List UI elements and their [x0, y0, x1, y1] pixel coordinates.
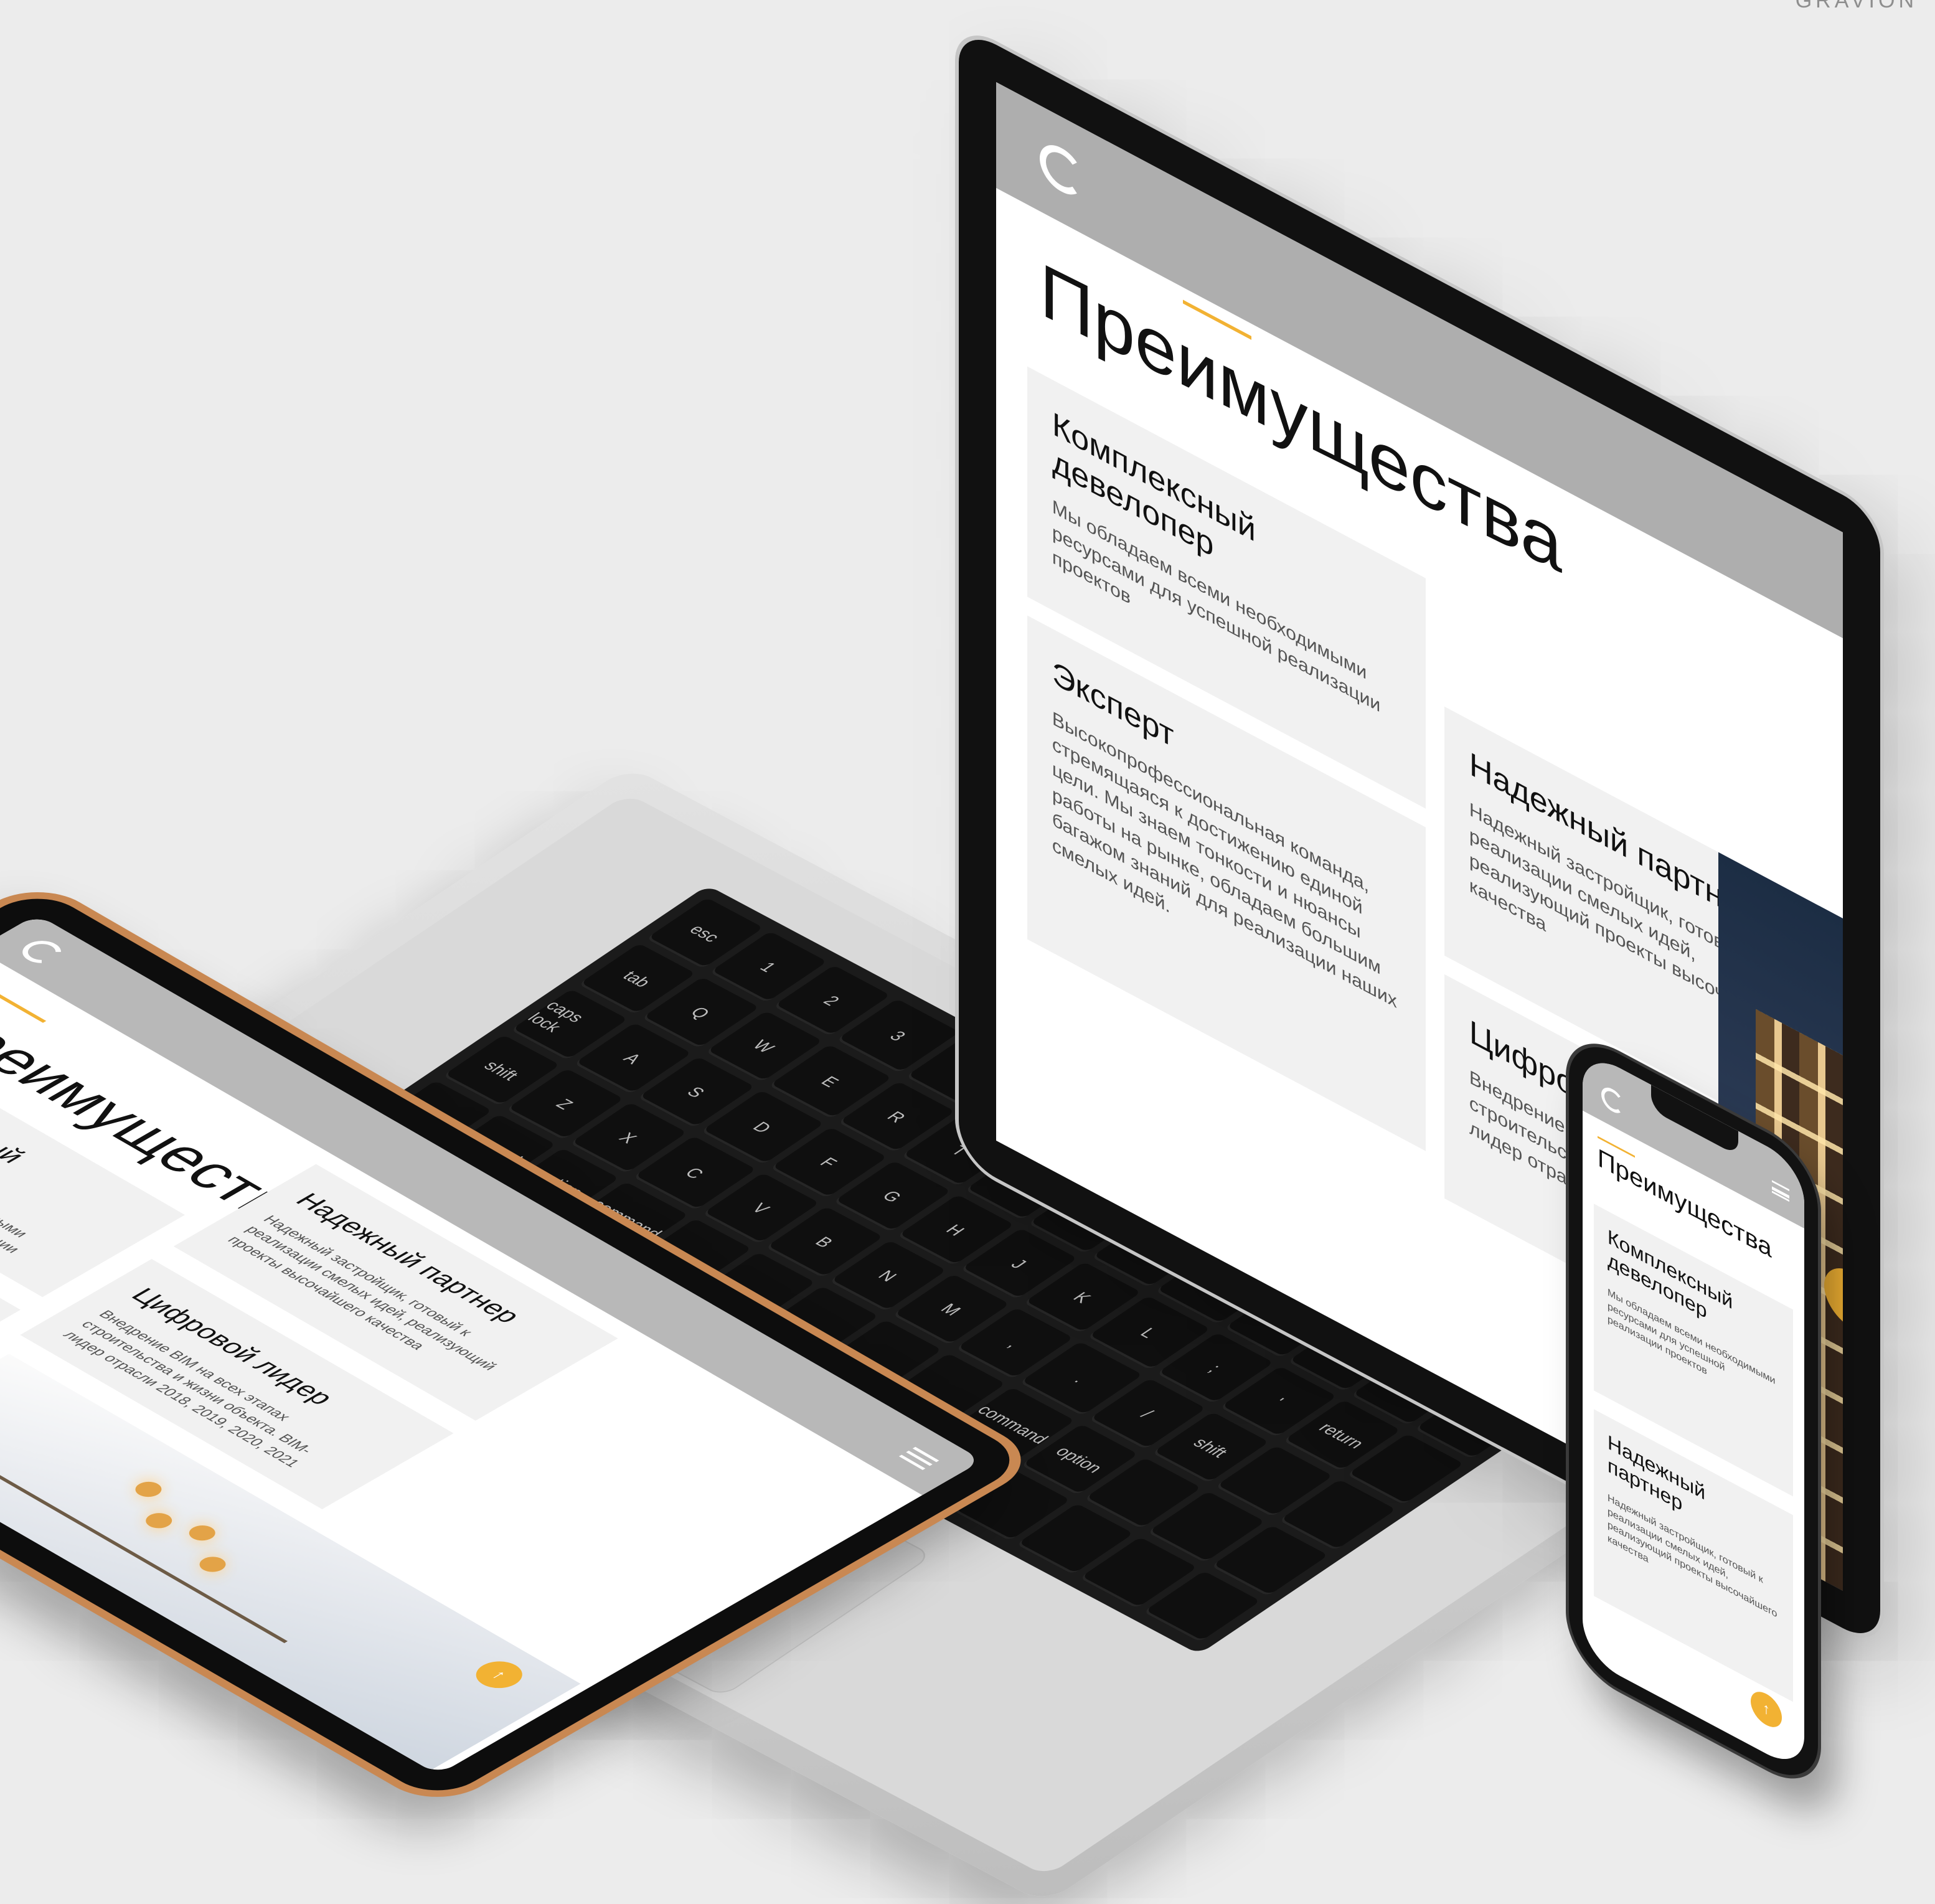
scroll-up-button[interactable]: ↑ [466, 1656, 532, 1694]
g-logo-icon[interactable] [1601, 1083, 1624, 1118]
g-logo-icon[interactable] [1040, 136, 1083, 204]
arrow-up-icon: ↑ [1763, 1699, 1770, 1720]
pendant-lamp [140, 1510, 177, 1532]
pendant-lamp [129, 1478, 167, 1501]
g-logo-icon[interactable] [14, 936, 69, 968]
menu-icon[interactable] [898, 1446, 939, 1471]
phone-device: Преимущества Комплексный девелопер Мы об… [1569, 1027, 1818, 1795]
brand-watermark: GRAVION [1795, 0, 1918, 12]
lang-ru[interactable]: RU [1806, 861, 1835, 892]
phone-screen: Преимущества Комплексный девелопер Мы об… [1583, 1048, 1804, 1774]
pendant-lamp [184, 1522, 221, 1544]
arrow-up-icon: ↑ [487, 1667, 512, 1682]
menu-icon[interactable] [1772, 1180, 1789, 1202]
nav-item-contacts[interactable]: Контакты [1721, 605, 1791, 662]
pendant-lamp [194, 1553, 232, 1575]
